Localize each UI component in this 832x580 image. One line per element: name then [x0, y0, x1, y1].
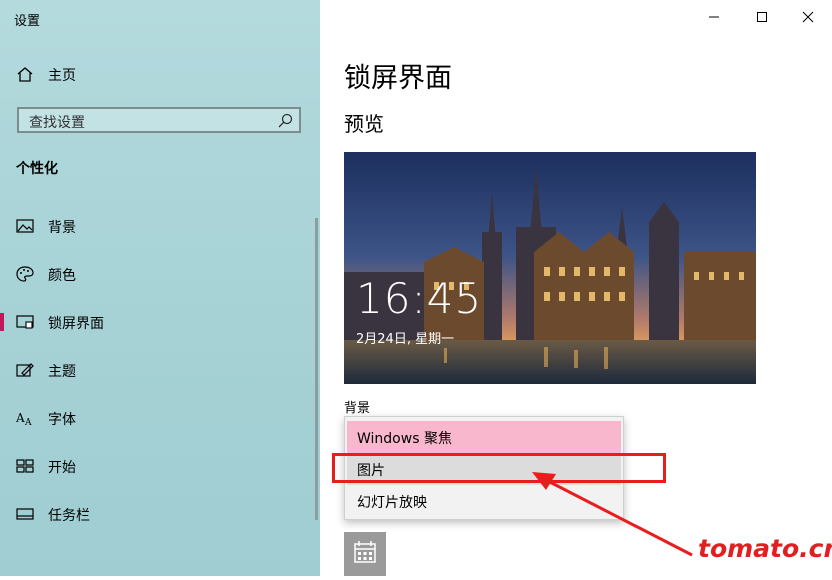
window-title: 设置	[14, 14, 41, 29]
start-icon	[16, 459, 34, 473]
palette-icon	[16, 266, 34, 282]
font-icon: A A	[16, 411, 32, 426]
annotation-highlight-box	[332, 453, 666, 483]
sidebar-item-home[interactable]: 主页	[0, 54, 320, 94]
dropdown-option-slideshow[interactable]: 幻灯片放映	[347, 485, 621, 517]
sidebar-item-label: 主题	[48, 364, 76, 380]
dropdown-option-spotlight[interactable]: Windows 聚焦	[347, 421, 621, 453]
sidebar-item-label: 任务栏	[48, 508, 90, 524]
search-input[interactable]: 查找设置	[17, 107, 301, 133]
preview-date: 2月24日, 星期一	[356, 332, 455, 347]
sidebar-item-colors[interactable]: 颜色	[0, 254, 320, 294]
lock-screen-icon	[16, 315, 34, 329]
search-icon[interactable]	[277, 113, 293, 129]
sidebar-item-taskbar[interactable]: 任务栏	[0, 494, 320, 534]
background-label: 背景	[344, 401, 371, 416]
home-icon	[17, 67, 33, 82]
sidebar-item-label: 字体	[48, 412, 76, 428]
sidebar-item-fonts[interactable]: A A 字体	[0, 398, 320, 438]
theme-icon	[16, 363, 34, 377]
taskbar-icon	[16, 508, 34, 520]
sidebar-scrollbar[interactable]	[315, 218, 318, 520]
maximize-icon[interactable]	[750, 6, 774, 28]
preview-image	[344, 152, 756, 384]
main-content: 锁屏界面 预览 16:45 2月24日, 星期一 背景 Windows 聚焦 图…	[320, 0, 832, 576]
calendar-app-button[interactable]	[344, 532, 386, 576]
lock-screen-preview: 16:45 2月24日, 星期一	[344, 152, 756, 384]
sidebar-item-label: 锁屏界面	[48, 316, 104, 332]
page-title: 锁屏界面	[344, 63, 452, 94]
section-title: 个性化	[16, 161, 58, 177]
option-label: 幻灯片放映	[357, 495, 427, 511]
watermark-text: tomato.cm	[698, 534, 832, 563]
sidebar-item-label: 背景	[48, 220, 76, 236]
sidebar-item-label: 开始	[48, 460, 76, 476]
sidebar-item-label: 颜色	[48, 268, 76, 284]
sidebar-item-themes[interactable]: 主题	[0, 350, 320, 390]
sidebar-item-lock-screen[interactable]: 锁屏界面	[0, 302, 320, 342]
option-label: Windows 聚焦	[357, 431, 452, 447]
sidebar-item-label: 主页	[48, 68, 76, 84]
sidebar-item-background[interactable]: 背景	[0, 206, 320, 246]
minimize-icon[interactable]	[702, 6, 726, 28]
sidebar-item-start[interactable]: 开始	[0, 446, 320, 486]
sidebar: 设置 主页 查找设置 个性化 背景 颜色 锁屏界面 主题 A A 字体 开始 任…	[0, 0, 320, 576]
active-indicator	[0, 313, 4, 331]
calendar-icon	[354, 541, 376, 563]
svg-text:A: A	[16, 411, 25, 425]
close-icon[interactable]	[796, 6, 820, 28]
preview-heading: 预览	[344, 112, 384, 136]
image-icon	[16, 219, 34, 233]
preview-time: 16:45	[356, 274, 483, 323]
search-placeholder: 查找设置	[29, 115, 85, 131]
svg-text:A: A	[24, 418, 32, 426]
